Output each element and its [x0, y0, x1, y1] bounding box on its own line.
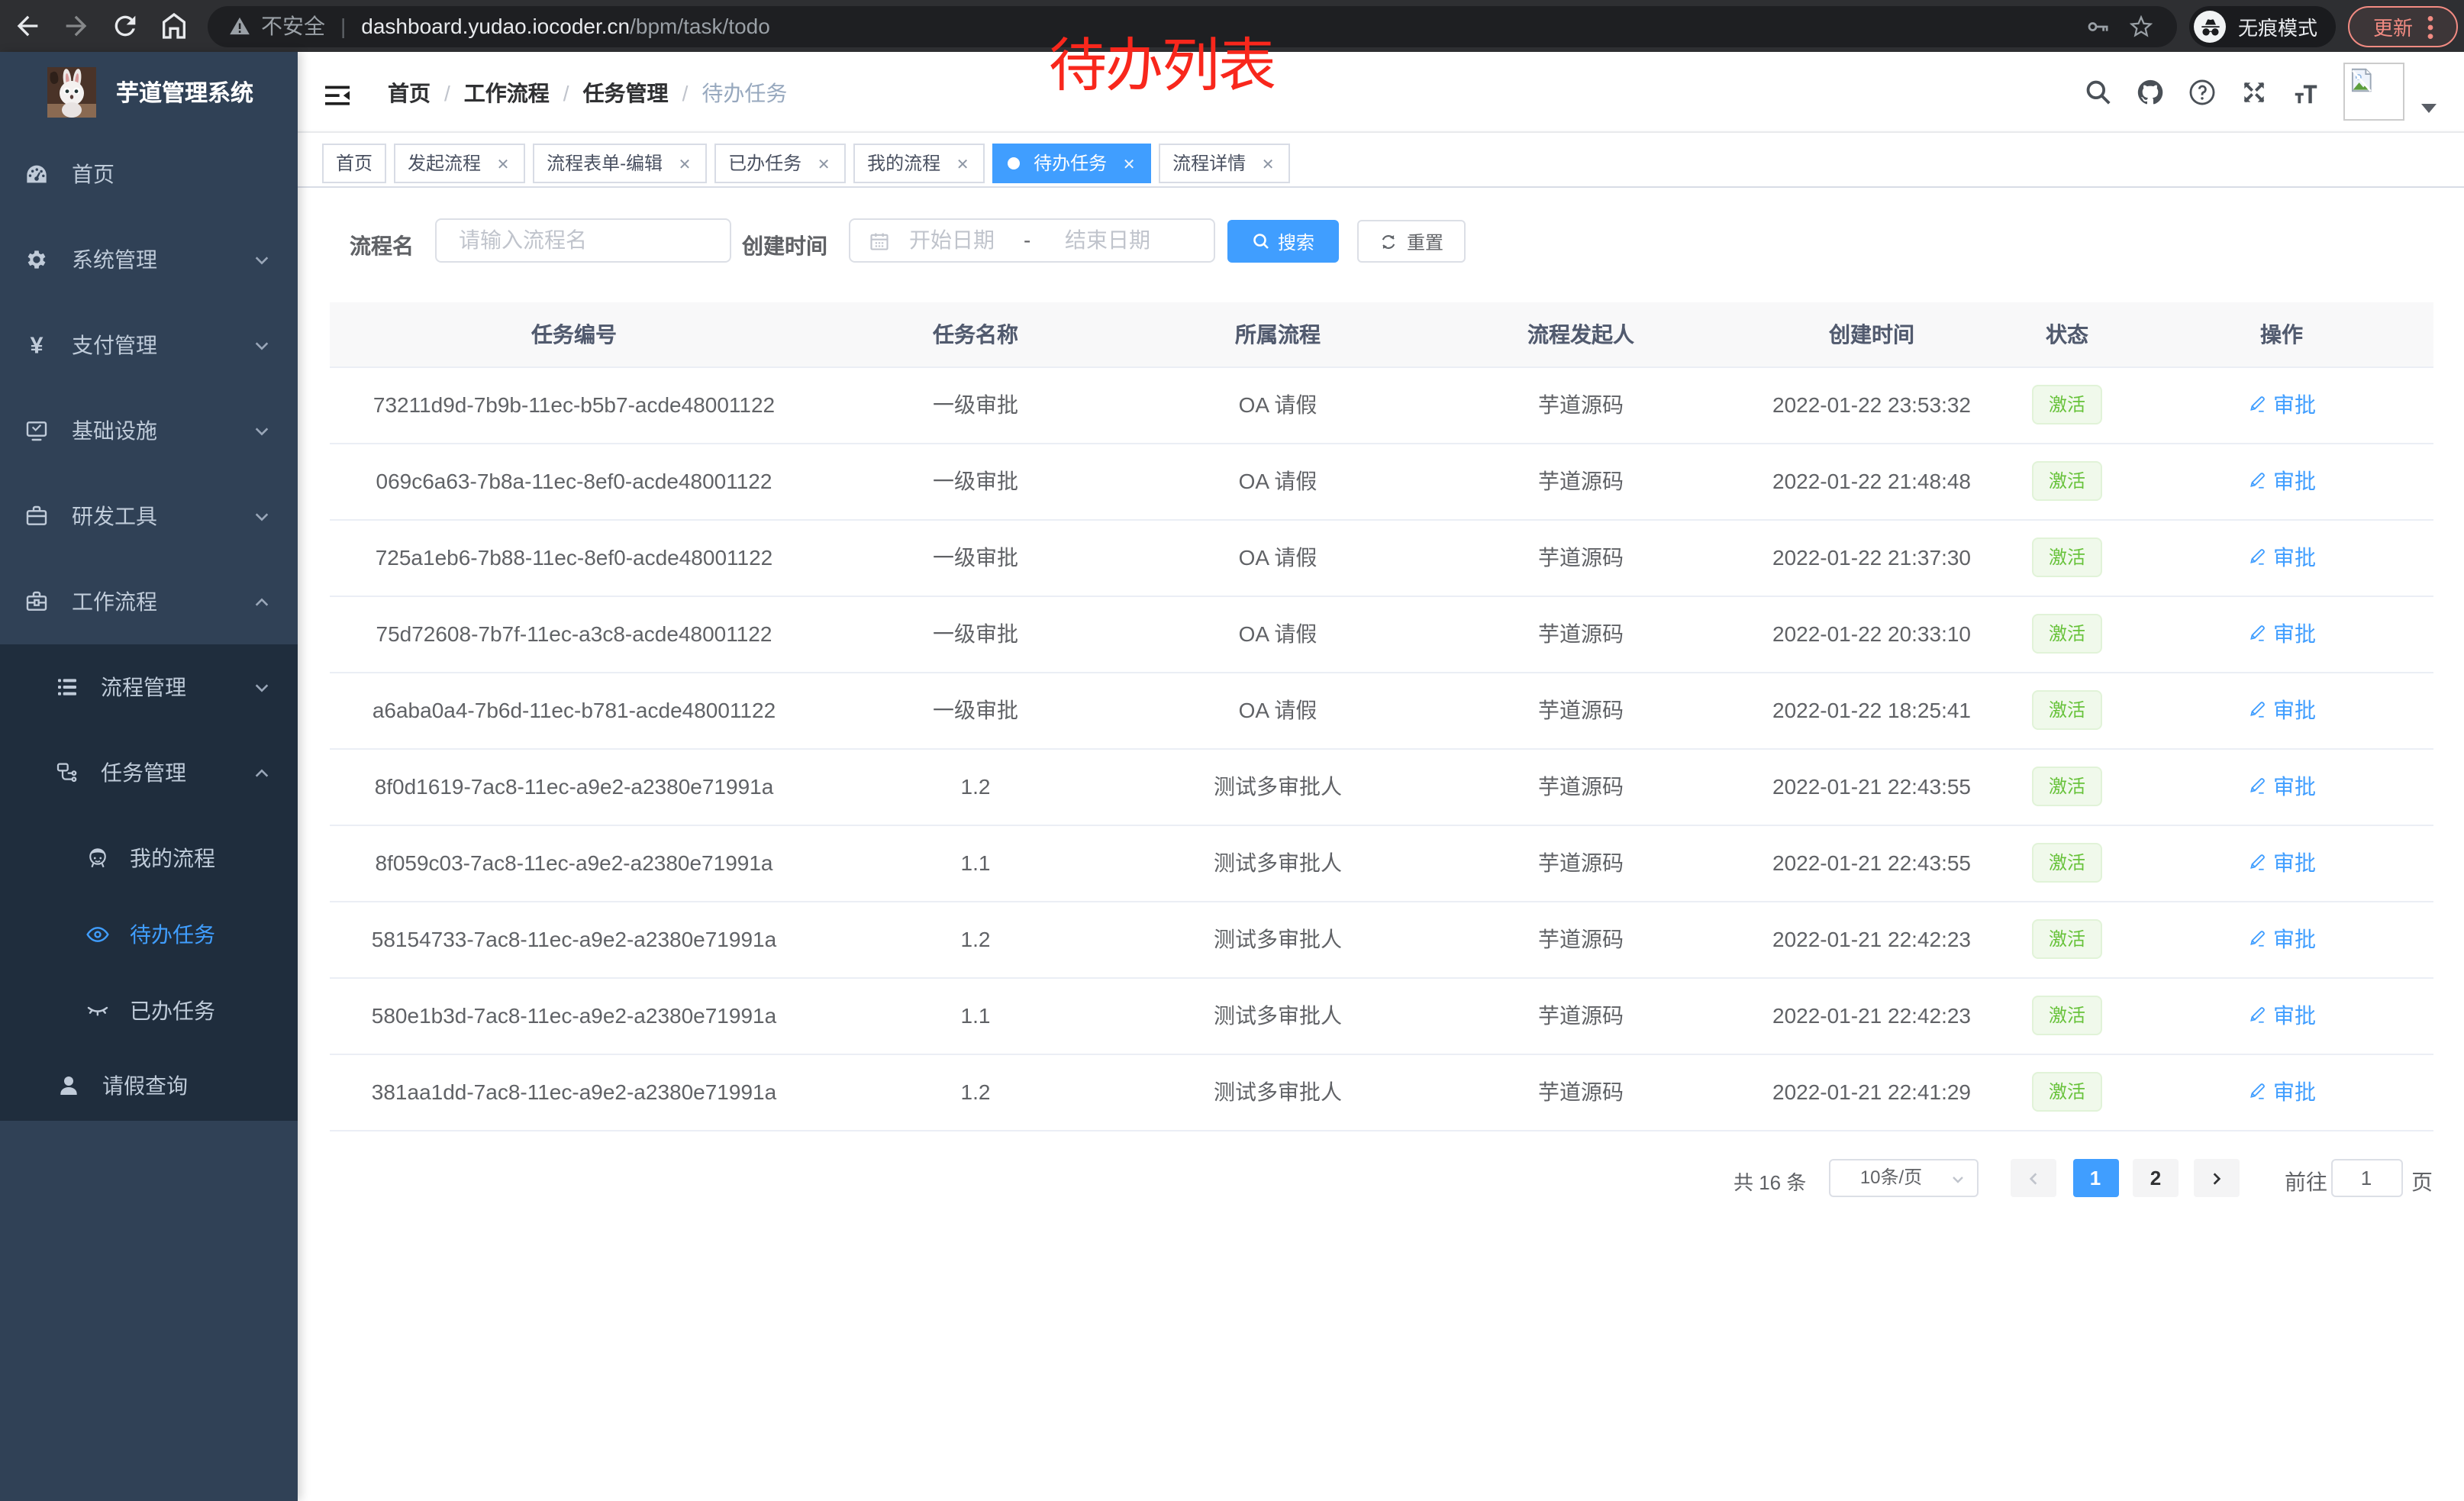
svg-text:¥: ¥ — [30, 333, 43, 357]
